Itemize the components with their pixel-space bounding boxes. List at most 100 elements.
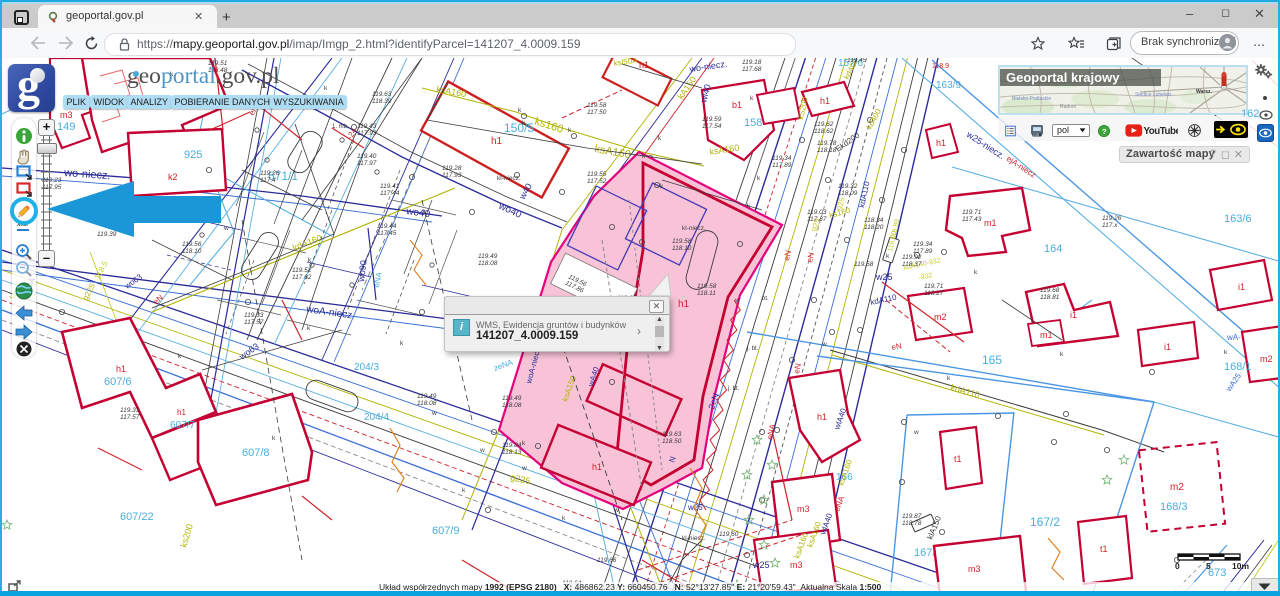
- svg-text:118.9: 118.9: [932, 63, 949, 70]
- svg-text:ejA-niecz: ejA-niecz: [1005, 154, 1037, 179]
- svg-text:118.10: 118.10: [672, 245, 692, 252]
- svg-text:h1: h1: [177, 408, 186, 417]
- svg-text:119.63: 119.63: [372, 91, 392, 98]
- svg-text:h1: h1: [820, 96, 830, 106]
- svg-text:k: k: [947, 375, 951, 382]
- svg-text:607/8: 607/8: [242, 447, 270, 459]
- svg-text:k: k: [400, 340, 404, 347]
- svg-text:119.26: 119.26: [260, 170, 280, 177]
- svg-text:Warsz.: Warsz.: [1196, 89, 1213, 95]
- svg-text:118.11: 118.11: [697, 290, 716, 297]
- svg-text:117.87: 117.87: [807, 216, 827, 223]
- svg-text:118.5: 118.5: [93, 259, 110, 281]
- svg-text:k: k: [658, 135, 662, 142]
- svg-text:h1: h1: [936, 138, 946, 148]
- svg-text:165: 165: [982, 353, 1002, 367]
- svg-text:kdA110: kdA110: [870, 293, 898, 307]
- svg-text:h1: h1: [678, 299, 690, 310]
- svg-text:119.66: 119.66: [597, 557, 617, 564]
- svg-text:119.41: 119.41: [380, 183, 400, 190]
- svg-text:kdA110: kdA110: [949, 382, 980, 400]
- svg-text:119.59: 119.59: [702, 116, 722, 123]
- svg-text:119.87: 119.87: [902, 513, 922, 520]
- svg-text:117.50: 117.50: [587, 109, 607, 116]
- svg-text:wo-niecz.: wo-niecz.: [688, 59, 728, 74]
- svg-text:119.43: 119.43: [357, 123, 377, 130]
- svg-text:204/4: 204/4: [364, 412, 389, 423]
- svg-text:w: w: [613, 507, 619, 514]
- svg-text:w25: w25: [875, 272, 893, 282]
- svg-text:i1: i1: [1070, 310, 1077, 320]
- svg-text:607/6: 607/6: [104, 376, 132, 388]
- svg-text:118.09: 118.09: [838, 190, 858, 197]
- svg-text:119.55: 119.55: [587, 171, 607, 178]
- svg-text:119.49: 119.49: [502, 395, 522, 402]
- svg-text:119.44: 119.44: [377, 223, 397, 230]
- svg-text:eN: eN: [891, 341, 903, 352]
- svg-text:m2: m2: [934, 312, 947, 322]
- svg-text:118.10: 118.10: [182, 248, 202, 255]
- svg-text:119.45: 119.45: [847, 58, 867, 64]
- svg-text:119.18: 119.18: [742, 59, 762, 66]
- svg-text:b1: b1: [732, 100, 742, 110]
- svg-text:kA150: kA150: [675, 74, 698, 101]
- svg-text:119.60: 119.60: [719, 531, 739, 538]
- svg-text:j. bt.: j. bt.: [746, 346, 759, 352]
- svg-text:119.84: 119.84: [502, 442, 522, 449]
- svg-text:164: 164: [1044, 243, 1062, 255]
- svg-text:w: w: [479, 447, 485, 454]
- svg-text:117.44: 117.44: [380, 190, 400, 197]
- svg-text:m3: m3: [60, 110, 73, 120]
- svg-text:k: k: [178, 353, 182, 360]
- svg-text:119.03: 119.03: [807, 209, 827, 216]
- svg-text:119.33: 119.33: [120, 407, 140, 414]
- svg-text:119.58: 119.58: [672, 238, 692, 245]
- svg-text:167/2: 167/2: [1030, 515, 1060, 529]
- svg-text:h1: h1: [639, 60, 649, 70]
- svg-text:118.34: 118.34: [864, 217, 884, 224]
- svg-text:119.33: 119.33: [244, 312, 264, 319]
- svg-text:119.71: 119.71: [962, 209, 982, 216]
- svg-text:607/7: 607/7: [170, 420, 195, 431]
- svg-text:i1: i1: [1164, 342, 1171, 352]
- svg-text:w25: w25: [752, 560, 770, 570]
- svg-text:k: k: [757, 175, 761, 182]
- svg-text:k: k: [1060, 351, 1064, 358]
- svg-text:119.78: 119.78: [817, 140, 837, 147]
- svg-text:kdA110: kdA110: [857, 180, 871, 208]
- svg-text:j. bt.: j. bt.: [727, 386, 740, 392]
- svg-text:119.28: 119.28: [442, 165, 462, 172]
- svg-text:wo90: wo90: [356, 260, 369, 284]
- svg-text:0: 0: [1175, 561, 1180, 571]
- svg-text:kl-niecz.: kl-niecz.: [682, 535, 706, 542]
- svg-text:k: k: [562, 515, 566, 522]
- svg-text:119.63: 119.63: [662, 431, 682, 438]
- svg-text:w: w: [431, 410, 437, 417]
- svg-text:h1: h1: [817, 412, 827, 422]
- svg-text:117.97: 117.97: [357, 160, 377, 167]
- svg-text:119.58: 119.58: [854, 261, 874, 268]
- svg-text:m3: m3: [968, 564, 981, 574]
- svg-text:m1: m1: [1040, 330, 1053, 340]
- svg-text:118.50: 118.50: [662, 438, 682, 445]
- svg-text:607/9: 607/9: [432, 525, 460, 537]
- svg-text:150/5: 150/5: [504, 121, 534, 135]
- svg-text:117.89: 117.89: [772, 162, 792, 169]
- svg-text:Bielsko Podlaskie: Bielsko Podlaskie: [1012, 96, 1051, 102]
- svg-text:119.68: 119.68: [1040, 287, 1060, 294]
- svg-text:ks200: ks200: [178, 523, 195, 549]
- svg-text:117.43: 117.43: [962, 216, 982, 223]
- svg-text:?: ?: [1102, 127, 1107, 136]
- svg-text:119.49: 119.49: [478, 253, 498, 260]
- svg-text:-932: -932: [918, 272, 933, 282]
- svg-text:eN: eN: [152, 293, 166, 307]
- svg-text:118.27: 118.27: [924, 290, 944, 297]
- svg-text:kl-niecz.: kl-niecz.: [497, 175, 521, 182]
- svg-text:m2: m2: [1260, 354, 1273, 364]
- svg-text:w: w: [521, 465, 527, 472]
- svg-text:168/3: 168/3: [1160, 501, 1188, 513]
- svg-text:925: 925: [184, 149, 202, 161]
- svg-text:119.26: 119.26: [1102, 215, 1122, 222]
- svg-text:Radom: Radom: [1060, 104, 1076, 110]
- svg-text:119.32: 119.32: [838, 183, 858, 190]
